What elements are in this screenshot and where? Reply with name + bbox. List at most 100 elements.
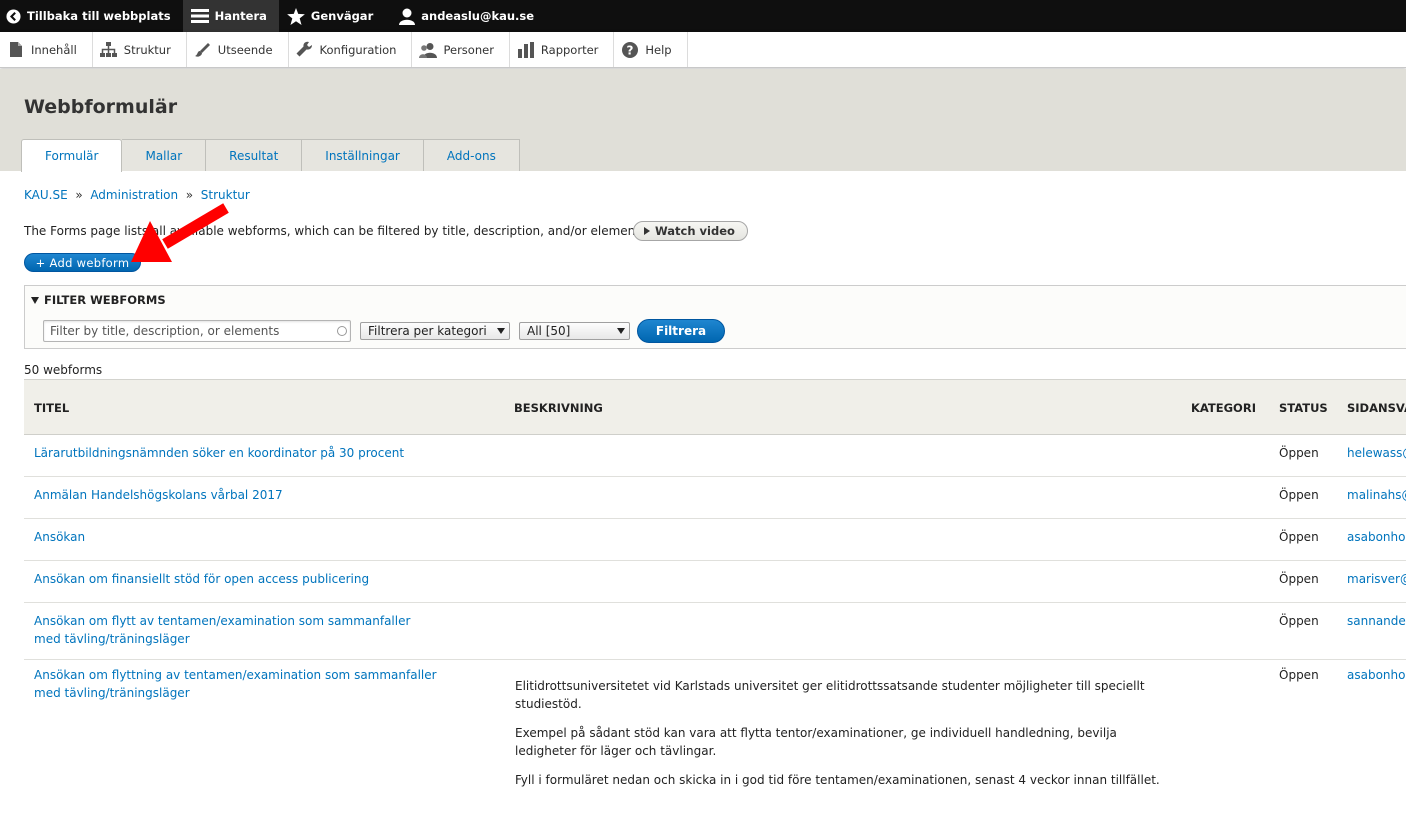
back-to-site-link[interactable]: Tillbaka till webbplats <box>0 0 183 32</box>
webforms-table: TITEL BESKRIVNING KATEGORI STATUS SIDANS… <box>24 379 1406 813</box>
search-throbber-icon <box>337 326 347 336</box>
tray-label: Personer <box>443 42 494 57</box>
svg-text:?: ? <box>627 43 634 57</box>
filter-submit-button[interactable]: Filtrera <box>637 319 725 343</box>
tray-label: Utseende <box>217 42 273 57</box>
question-icon: ? <box>621 41 639 59</box>
tab-addons[interactable]: Add-ons <box>423 139 520 171</box>
webform-owner-link[interactable]: asabonho@kau.se <box>1347 528 1406 546</box>
tray-label: Help <box>645 42 672 57</box>
column-header-description: BESKRIVNING <box>514 401 603 415</box>
user-icon <box>399 8 416 25</box>
tray-item-configuration[interactable]: Konfiguration <box>289 32 413 67</box>
watch-video-label: Watch video <box>655 224 735 238</box>
admin-toolbar: Tillbaka till webbplats Hantera Genvägar… <box>0 0 1406 32</box>
primary-tabs: Formulär Mallar Resultat Inställningar A… <box>21 139 520 172</box>
wrench-icon <box>296 41 314 59</box>
webform-owner-link[interactable]: sannande@kau.se <box>1347 612 1406 630</box>
back-to-site-label: Tillbaka till webbplats <box>27 9 171 23</box>
select-arrow-icon <box>617 328 625 334</box>
webform-status: Öppen <box>1279 488 1319 502</box>
manage-tab[interactable]: Hantera <box>182 0 279 32</box>
category-select[interactable]: Filtrera per kategori <box>360 322 510 340</box>
state-select[interactable]: All [50] <box>519 322 630 340</box>
webform-owner-link[interactable]: marisver@kau.se <box>1347 570 1406 588</box>
filter-legend-label: FILTER WEBFORMS <box>44 293 166 307</box>
intro-text: The Forms page lists all available webfo… <box>24 224 651 238</box>
tray-item-appearance[interactable]: Utseende <box>187 32 289 67</box>
breadcrumb-link-structure[interactable]: Struktur <box>201 188 250 202</box>
tray-label: Innehåll <box>31 42 77 57</box>
webform-status: Öppen <box>1279 668 1319 682</box>
paintbrush-icon <box>194 41 212 59</box>
manage-label: Hantera <box>214 9 267 23</box>
page-header: Webbformulär Formulär Mallar Resultat In… <box>0 69 1406 172</box>
webform-title-link[interactable]: Ansökan om finansiellt stöd för open acc… <box>34 570 474 588</box>
webform-status: Öppen <box>1279 530 1319 544</box>
breadcrumb-separator: » <box>71 188 87 202</box>
user-label: andeaslu@kau.se <box>421 9 535 23</box>
tray-item-reports[interactable]: Rapporter <box>510 32 615 67</box>
webform-description: Elitidrottsuniversitetet vid Karlstads u… <box>515 677 1175 800</box>
filter-search-input[interactable]: Filter by title, description, or element… <box>43 320 351 342</box>
select-arrow-icon <box>497 328 505 334</box>
tray-item-content[interactable]: Innehåll <box>0 32 93 67</box>
tray-item-people[interactable]: Personer <box>412 32 510 67</box>
people-icon <box>419 41 438 59</box>
chevron-left-circle-icon <box>6 8 21 24</box>
bar-chart-icon <box>517 41 535 59</box>
webform-title-link[interactable]: Anmälan Handelshögskolans vårbal 2017 <box>34 486 474 504</box>
table-row: Ansökan om flyttning av tentamen/examina… <box>24 660 1406 813</box>
user-tab[interactable]: andeaslu@kau.se <box>385 0 546 32</box>
shortcuts-label: Genvägar <box>310 9 374 23</box>
tray-label: Rapporter <box>540 42 599 57</box>
webform-count: 50 webforms <box>24 363 103 377</box>
watch-video-button[interactable]: Watch video <box>633 221 748 241</box>
breadcrumb-link-home[interactable]: KAU.SE <box>24 188 68 202</box>
tab-results[interactable]: Resultat <box>206 139 303 171</box>
table-row: Ansökan Öppen asabonho@kau.se <box>24 519 1406 561</box>
column-header-category[interactable]: KATEGORI <box>1191 401 1256 415</box>
webform-title-link[interactable]: Lärarutbildningsnämnden söker en koordin… <box>34 444 474 462</box>
webform-owner-link[interactable]: asabonho@kau.se <box>1347 666 1406 684</box>
webform-owner-link[interactable]: helewass@kau.se <box>1347 444 1406 462</box>
webform-status: Öppen <box>1279 572 1319 586</box>
webform-status: Öppen <box>1279 446 1319 460</box>
table-row: Anmälan Handelshögskolans vårbal 2017 Öp… <box>24 477 1406 519</box>
state-select-value: All [50] <box>527 324 571 338</box>
add-webform-button[interactable]: + Add webform <box>24 253 141 272</box>
table-row: Ansökan om finansiellt stöd för open acc… <box>24 561 1406 603</box>
tray-label: Struktur <box>123 42 171 57</box>
shortcuts-tab[interactable]: Genvägar <box>279 0 385 32</box>
tray-item-help[interactable]: ? Help <box>614 32 688 67</box>
filter-legend[interactable]: FILTER WEBFORMS <box>31 293 166 307</box>
webform-title-link[interactable]: Ansökan om flyttning av tentamen/examina… <box>34 666 454 702</box>
column-header-owner[interactable]: SIDANSVARIG <box>1347 401 1406 415</box>
table-header: TITEL BESKRIVNING KATEGORI STATUS SIDANS… <box>24 379 1406 435</box>
hamburger-menu-icon <box>190 8 209 24</box>
tab-forms[interactable]: Formulär <box>21 139 123 172</box>
file-icon <box>7 41 25 59</box>
play-icon <box>644 227 650 235</box>
page-title: Webbformulär <box>24 96 178 118</box>
triangle-down-icon <box>31 296 39 304</box>
filter-search-placeholder: Filter by title, description, or element… <box>50 324 280 338</box>
description-paragraph: Exempel på sådant stöd kan vara att flyt… <box>515 726 1117 758</box>
breadcrumb: KAU.SE » Administration » Struktur <box>24 188 250 202</box>
webform-owner-link[interactable]: malinahs@kau.se <box>1347 486 1406 504</box>
breadcrumb-separator: » <box>181 188 197 202</box>
webform-title-link[interactable]: Ansökan om flytt av tentamen/examination… <box>34 612 434 648</box>
column-header-status[interactable]: STATUS <box>1279 401 1328 415</box>
column-header-title[interactable]: TITEL <box>34 401 69 415</box>
sitemap-icon <box>100 41 118 59</box>
tab-settings[interactable]: Inställningar <box>302 139 424 171</box>
category-select-value: Filtrera per kategori <box>368 324 487 338</box>
table-row: Lärarutbildningsnämnden söker en koordin… <box>24 435 1406 477</box>
star-icon <box>287 7 305 25</box>
table-row: Ansökan om flytt av tentamen/examination… <box>24 603 1406 660</box>
tab-templates[interactable]: Mallar <box>122 139 207 171</box>
tray-label: Konfiguration <box>319 42 397 57</box>
breadcrumb-link-administration[interactable]: Administration <box>90 188 178 202</box>
webform-title-link[interactable]: Ansökan <box>34 528 474 546</box>
tray-item-structure[interactable]: Struktur <box>93 32 187 67</box>
